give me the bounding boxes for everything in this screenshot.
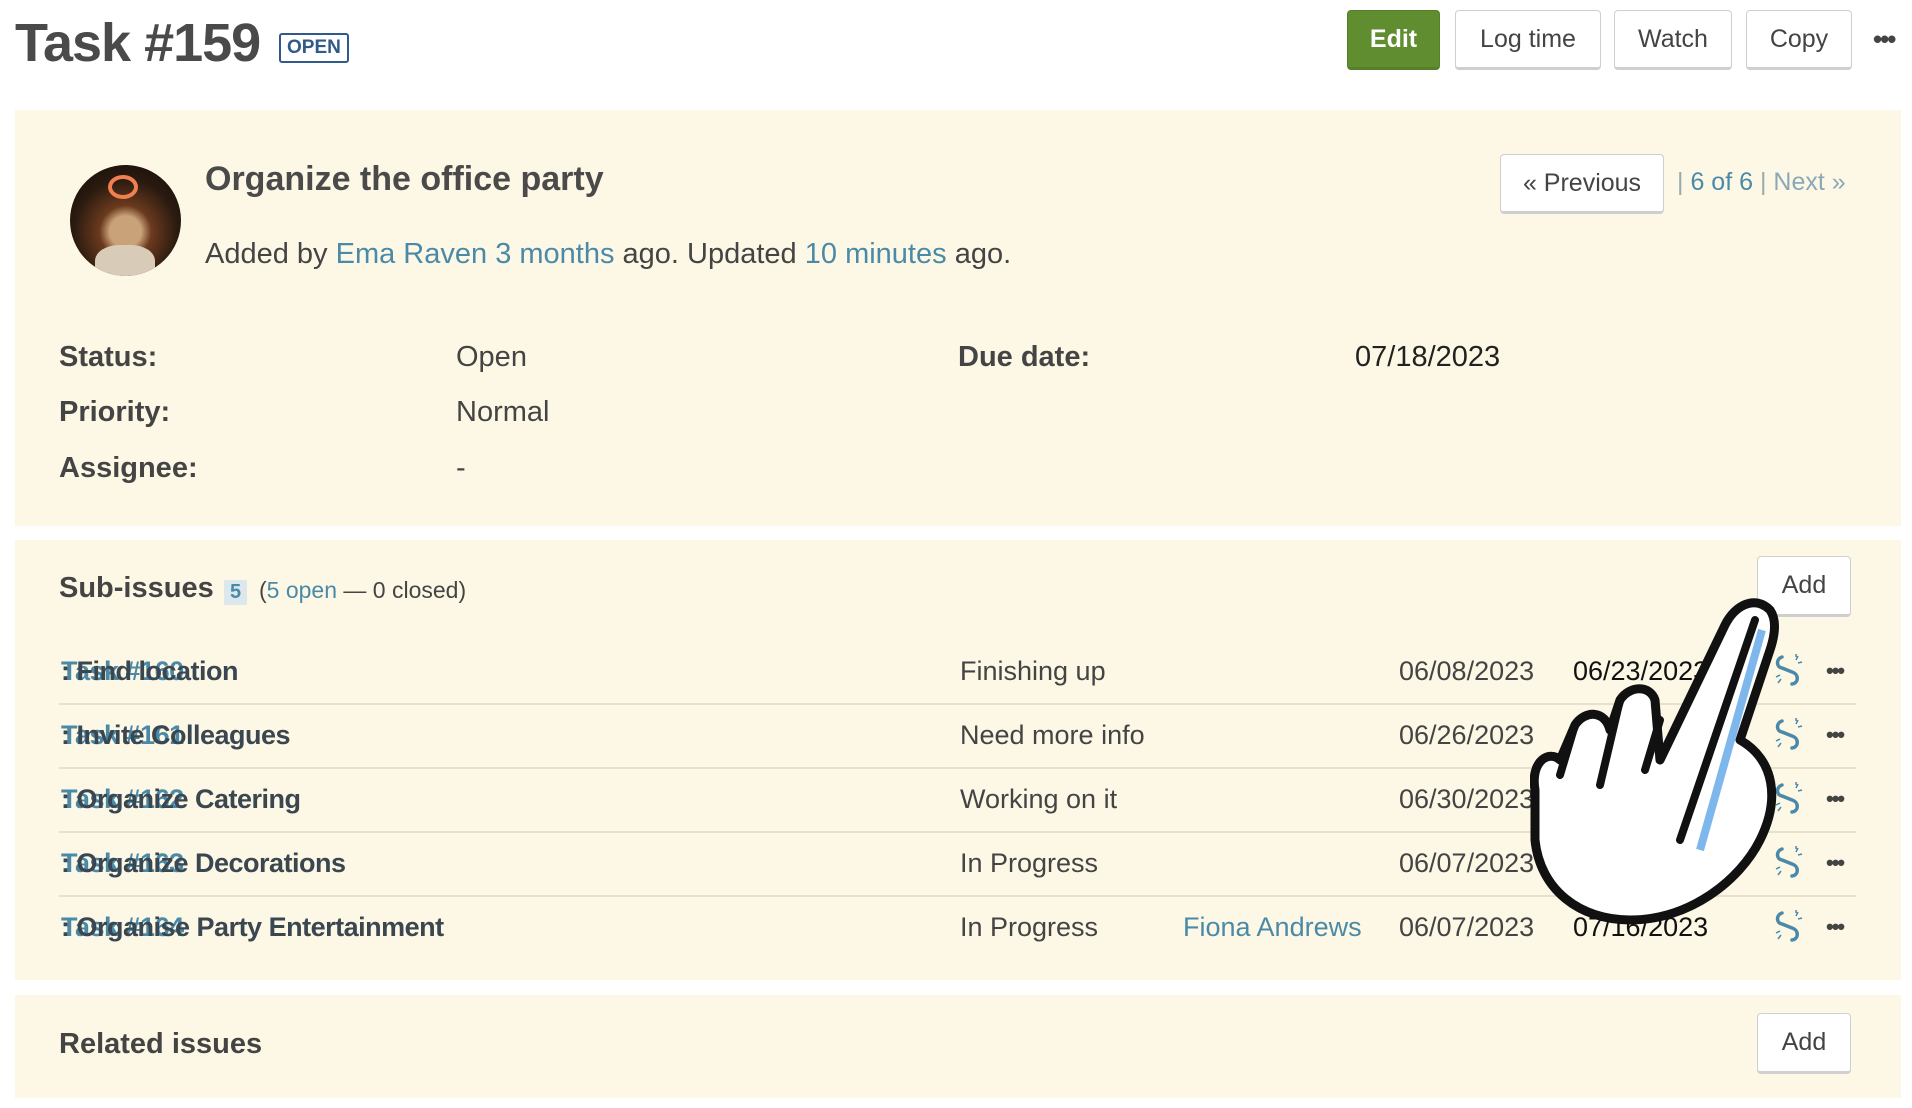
priority-label: Priority: xyxy=(59,396,171,428)
sub-issue-status: In Progress xyxy=(960,848,1099,878)
task-meta: Added by Ema Raven 3 months ago. Updated… xyxy=(205,238,1011,271)
next-link[interactable]: Next » xyxy=(1773,168,1845,196)
avatar xyxy=(70,165,181,276)
pager-sep: | xyxy=(1677,168,1684,196)
status-value: Open xyxy=(456,341,527,373)
sub-issue-start-date: 06/07/2023 xyxy=(1399,848,1535,878)
sub-issue-start-date: 06/26/2023 xyxy=(1399,720,1535,750)
sub-issues-summary: (5 open — 0 closed) xyxy=(259,577,466,604)
copy-button[interactable]: Copy xyxy=(1746,10,1852,70)
more-actions-icon[interactable]: ••• xyxy=(1873,24,1896,55)
sub-issue-name: : Organize Decorations xyxy=(61,848,346,878)
row-more-icon[interactable]: ••• xyxy=(1826,897,1845,957)
status-badge: OPEN xyxy=(279,33,349,63)
add-related-issue-button[interactable]: Add xyxy=(1757,1013,1851,1074)
assignee-value: - xyxy=(456,452,466,484)
priority-value: Normal xyxy=(456,396,550,428)
task-name: Organize the office party xyxy=(205,160,604,198)
related-issues-panel xyxy=(15,995,1901,1098)
sub-issue-status: Working on it xyxy=(960,784,1118,814)
sub-issues-count: 5 xyxy=(224,580,248,605)
pager-position: 6 of 6 xyxy=(1690,168,1754,196)
previous-button[interactable]: « Previous xyxy=(1500,154,1664,214)
summary-text: ( xyxy=(259,577,267,603)
sub-issue-name: : Invite Colleagues xyxy=(61,720,291,750)
pointing-hand-cursor xyxy=(1530,598,1779,925)
status-label: Status: xyxy=(59,341,158,373)
assignee-label: Assignee: xyxy=(59,452,198,484)
created-link[interactable]: 3 months xyxy=(495,238,614,270)
due-date-label: Due date: xyxy=(958,341,1091,373)
sub-issue-assignee[interactable]: Fiona Andrews xyxy=(1183,897,1362,957)
sub-issue-start-date: 06/08/2023 xyxy=(1399,656,1535,686)
meta-text: Added by xyxy=(205,238,328,270)
sub-issue-name: : Find location xyxy=(61,656,238,686)
summary-text: — 0 closed) xyxy=(343,577,467,603)
sub-issue-name: : Organise Party Entertainment xyxy=(61,912,444,942)
related-issues-title: Related issues xyxy=(59,1028,263,1060)
meta-text: ago. xyxy=(954,238,1012,270)
row-more-icon[interactable]: ••• xyxy=(1826,705,1845,765)
row-more-icon[interactable]: ••• xyxy=(1826,833,1845,893)
page-title: Task #159 xyxy=(15,13,261,73)
edit-button[interactable]: Edit xyxy=(1347,10,1440,70)
log-time-button[interactable]: Log time xyxy=(1455,10,1601,70)
row-more-icon[interactable]: ••• xyxy=(1826,769,1845,829)
sub-issue-status: Need more info xyxy=(960,720,1145,750)
sub-issue-status: Finishing up xyxy=(960,656,1106,686)
meta-text: ago. Updated xyxy=(622,238,797,270)
sub-issue-status: In Progress xyxy=(960,912,1099,942)
pager-sep: | xyxy=(1759,168,1767,196)
sub-issue-start-date: 06/30/2023 xyxy=(1399,784,1535,814)
sub-issues-title: Sub-issues xyxy=(59,572,214,604)
author-link[interactable]: Ema Raven xyxy=(336,238,488,270)
updated-link[interactable]: 10 minutes xyxy=(805,238,947,270)
watch-button[interactable]: Watch xyxy=(1614,10,1732,70)
row-more-icon[interactable]: ••• xyxy=(1826,641,1845,701)
sub-issue-name: : Organize Catering xyxy=(61,784,301,814)
pager: | 6 of 6 | Next » xyxy=(1677,168,1846,197)
sub-issue-start-date: 06/07/2023 xyxy=(1399,912,1535,942)
open-link[interactable]: 5 open xyxy=(267,577,337,603)
due-date-value: 07/18/2023 xyxy=(1355,341,1501,373)
